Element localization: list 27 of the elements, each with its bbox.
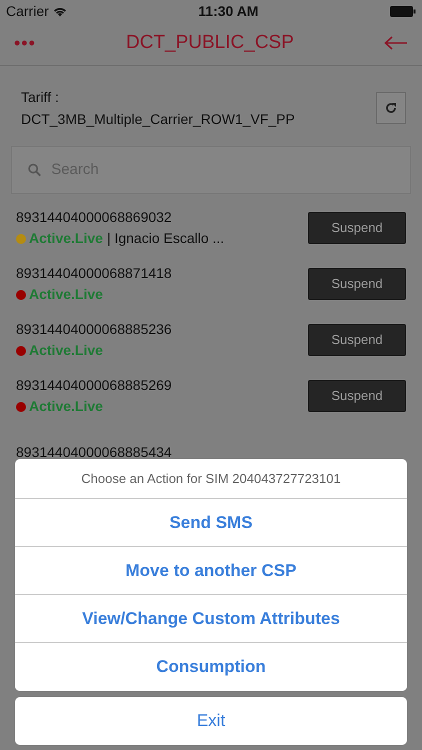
sim-number: 89314404000068871418	[16, 264, 172, 283]
exit-button[interactable]: Exit	[15, 697, 407, 745]
suspend-button[interactable]: Suspend	[308, 380, 406, 412]
status-text: Active.Live	[29, 397, 103, 416]
suspend-button[interactable]: Suspend	[308, 212, 406, 244]
refresh-button[interactable]	[376, 92, 406, 124]
suspend-button[interactable]: Suspend	[308, 324, 406, 356]
sim-number: 89314404000068885236	[16, 320, 172, 339]
sim-number: 89314404000068885269	[16, 376, 172, 395]
subscriber-name: | Ignacio Escallo ...	[106, 229, 224, 248]
status-time: 11:30 AM	[198, 2, 258, 20]
sim-number: 89314404000068869032	[16, 208, 173, 227]
tariff-label: Tariff :	[21, 88, 60, 107]
status-text: Active.Live	[29, 285, 103, 304]
back-arrow-icon	[384, 36, 408, 50]
status-text: Active.Live	[29, 229, 103, 248]
carrier-name: Carrier	[6, 2, 49, 20]
tariff-value: DCT_3MB_Multiple_Carrier_ROW1_VF_PP	[21, 110, 295, 129]
sim-number: 89314404000068885434	[16, 442, 172, 462]
refresh-icon	[385, 102, 397, 114]
menu-button[interactable]: •••	[14, 30, 36, 57]
battery-icon	[390, 6, 416, 16]
search-icon	[28, 163, 42, 177]
status-text: Active.Live	[29, 341, 103, 360]
suspend-button[interactable]: Suspend	[308, 268, 406, 300]
nav-title: DCT_PUBLIC_CSP	[126, 31, 294, 56]
wifi-icon	[52, 6, 67, 16]
